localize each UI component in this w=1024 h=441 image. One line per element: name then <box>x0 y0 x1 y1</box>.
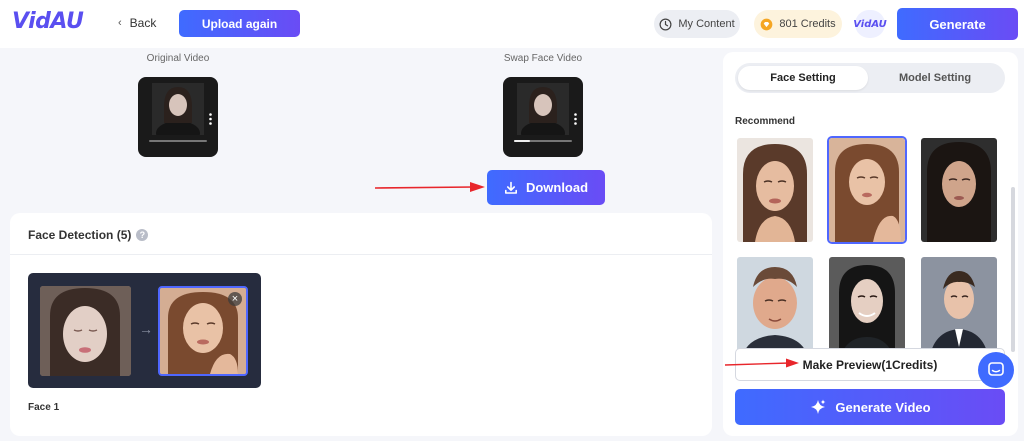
settings-panel: Face Setting Model Setting Recommend Mak… <box>723 52 1018 436</box>
tab-face-setting[interactable]: Face Setting <box>738 66 868 90</box>
portrait-man-icon <box>921 257 997 361</box>
back-button[interactable]: ‹ Back <box>118 16 156 30</box>
face-list-scrollbar[interactable] <box>1011 187 1015 352</box>
more-options-icon[interactable] <box>574 113 577 125</box>
help-icon[interactable]: ? <box>136 229 149 241</box>
my-content-button[interactable]: My Content <box>654 10 740 38</box>
replacement-face-image[interactable]: × <box>158 286 248 376</box>
video-progress-track[interactable] <box>149 140 207 142</box>
face-option-1[interactable] <box>735 136 815 244</box>
generate-button[interactable]: Generate <box>897 8 1018 40</box>
face-option-4[interactable] <box>735 255 815 363</box>
face-option-3[interactable] <box>919 136 999 244</box>
chat-icon <box>988 362 1004 376</box>
annotation-arrow-icon <box>374 182 485 192</box>
face-detection-panel: Face Detection (5) ? → × Face 1 <box>10 213 712 436</box>
face-option-2[interactable] <box>827 136 907 244</box>
tab-model-setting[interactable]: Model Setting <box>868 66 1002 90</box>
chat-support-button[interactable] <box>978 352 1014 388</box>
generate-video-button[interactable]: Generate Video <box>735 389 1005 425</box>
face-option-5[interactable] <box>827 255 907 363</box>
woman-portrait-icon <box>517 83 569 135</box>
download-button[interactable]: Download <box>487 170 605 205</box>
portrait-woman-icon <box>921 138 997 242</box>
back-label: Back <box>129 16 157 30</box>
original-video-label: Original Video <box>146 53 210 64</box>
arrow-right-icon: → <box>139 321 153 337</box>
divider <box>10 254 712 255</box>
swap-face-video-thumbnail[interactable] <box>503 77 583 157</box>
face-label: Face 1 <box>28 402 60 413</box>
detected-face-image[interactable] <box>40 286 131 376</box>
face-detection-header: Face Detection (5) ? <box>28 228 149 242</box>
generate-video-label: Generate Video <box>835 399 931 415</box>
download-icon <box>504 181 517 194</box>
portrait-man-icon <box>737 257 813 361</box>
swap-face-video-label: Swap Face Video <box>503 53 583 64</box>
user-avatar[interactable]: VidAU <box>853 10 887 38</box>
annotation-arrow-icon <box>724 358 799 368</box>
clock-icon <box>659 18 672 30</box>
more-options-icon[interactable] <box>209 113 212 125</box>
detected-face-icon <box>40 286 131 376</box>
upload-again-button[interactable]: Upload again <box>179 10 300 37</box>
my-content-label: My Content <box>678 18 735 30</box>
remove-face-close-icon[interactable]: × <box>228 292 242 306</box>
video-progress-fill <box>514 140 530 142</box>
face-detection-title: Face Detection (5) <box>28 228 132 242</box>
settings-tabs: Face Setting Model Setting <box>735 63 1005 93</box>
download-label: Download <box>525 180 589 195</box>
vidau-logo[interactable]: VidAU <box>12 9 84 34</box>
woman-portrait-icon <box>152 83 204 135</box>
portrait-man-icon <box>829 257 905 361</box>
portrait-woman-icon <box>829 138 905 242</box>
face-pair-card: → × <box>28 273 261 388</box>
gem-icon <box>761 18 773 30</box>
original-video-thumbnail[interactable] <box>138 77 218 157</box>
face-option-6[interactable] <box>919 255 999 363</box>
recommend-heading: Recommend <box>735 116 796 127</box>
top-bar: VidAU ‹ Back Upload again My Content 801… <box>0 0 1024 48</box>
portrait-woman-icon <box>737 138 813 242</box>
chevron-left-icon: ‹ <box>118 17 122 29</box>
sparkle-icon <box>811 399 826 414</box>
credits-label: 801 Credits <box>779 18 836 30</box>
credits-badge[interactable]: 801 Credits <box>754 10 842 38</box>
